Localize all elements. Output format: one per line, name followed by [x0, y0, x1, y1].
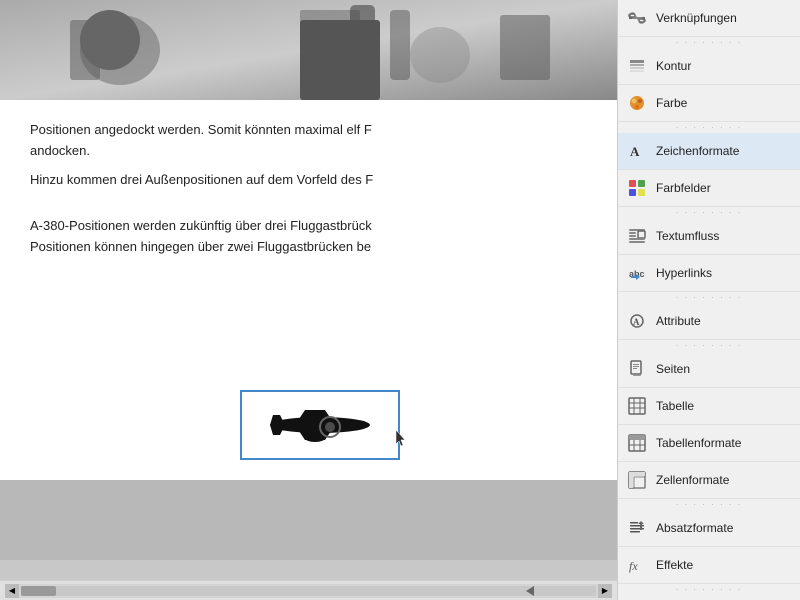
zellenformate-icon	[626, 469, 648, 491]
zeichenformate-icon: A	[626, 140, 648, 162]
farbfelder-icon	[626, 177, 648, 199]
divider-5: · · · · · · · ·	[618, 340, 800, 351]
sidebar-item-label-kontur: Kontur	[656, 59, 691, 73]
sidebar-item-label-tabellenformate: Tabellenformate	[656, 436, 741, 450]
sidebar-item-label-verknuepfungen: Verknüpfungen	[656, 11, 737, 25]
kontur-icon	[626, 55, 648, 77]
sidebar-item-label-farbe: Farbe	[656, 96, 687, 110]
sidebar-item-tabelle[interactable]: Tabelle	[618, 388, 800, 425]
sidebar-item-absatzformate[interactable]: Absatzformate	[618, 510, 800, 547]
sidebar-item-effekte[interactable]: fx Effekte	[618, 547, 800, 584]
tabelle-icon	[626, 395, 648, 417]
main-content: Positionen angedockt werden. Somit könnt…	[0, 0, 617, 600]
sidebar-panel: Verknüpfungen · · · · · · · · Kontur Far…	[617, 0, 800, 600]
sidebar-item-verlauf[interactable]: Verlauf	[618, 595, 800, 600]
bottom-scrollbar[interactable]: ◀ ▶	[0, 580, 617, 600]
sidebar-item-farbfelder[interactable]: Farbfelder	[618, 170, 800, 207]
attribute-icon: A	[626, 310, 648, 332]
sidebar-item-label-absatzformate: Absatzformate	[656, 521, 733, 535]
textumfluss-icon	[626, 225, 648, 247]
sidebar-item-zeichenformate[interactable]: A Zeichenformate	[618, 133, 800, 170]
sidebar-item-zellenformate[interactable]: Zellenformate	[618, 462, 800, 499]
divider-4: · · · · · · · ·	[618, 292, 800, 303]
sidebar-item-farbe[interactable]: Farbe	[618, 85, 800, 122]
svg-text:A: A	[630, 144, 640, 159]
sidebar-item-kontur[interactable]: Kontur	[618, 48, 800, 85]
tabellenformate-icon	[626, 432, 648, 454]
divider-7: · · · · · · · ·	[618, 584, 800, 595]
hyperlinks-icon: abc	[626, 262, 648, 284]
divider-3: · · · · · · · ·	[618, 207, 800, 218]
scroll-right-button[interactable]: ▶	[598, 584, 612, 598]
svg-text:A: A	[633, 317, 640, 327]
scroll-thumb-h[interactable]	[21, 586, 56, 596]
sidebar-item-label-hyperlinks: Hyperlinks	[656, 266, 712, 280]
scroll-left-button[interactable]: ◀	[5, 584, 19, 598]
svg-text:fx: fx	[629, 559, 638, 573]
sidebar-item-textumfluss[interactable]: Textumfluss	[618, 218, 800, 255]
sidebar-item-label-attribute: Attribute	[656, 314, 701, 328]
sidebar-item-label-zeichenformate: Zeichenformate	[656, 144, 739, 158]
page-white: Positionen angedockt werden. Somit könnt…	[0, 0, 617, 510]
text-para-3: A-380-Positionen werden zukünftig über d…	[30, 216, 587, 258]
divider-2: · · · · · · · ·	[618, 122, 800, 133]
page-image-top	[0, 0, 617, 100]
scroll-right-indicator	[526, 586, 536, 596]
seiten-icon	[626, 358, 648, 380]
effekte-icon: fx	[626, 554, 648, 576]
sidebar-item-label-tabelle: Tabelle	[656, 399, 694, 413]
sidebar-item-attribute[interactable]: A Attribute	[618, 303, 800, 340]
text-para-2: Hinzu kommen drei Außenpositionen auf de…	[30, 170, 587, 191]
page-text: Positionen angedockt werden. Somit könnt…	[0, 100, 617, 286]
absatzformate-icon	[626, 517, 648, 539]
sidebar-item-label-seiten: Seiten	[656, 362, 690, 376]
farbe-icon	[626, 92, 648, 114]
sidebar-item-label-effekte: Effekte	[656, 558, 693, 572]
below-page-area	[0, 480, 617, 560]
photo-strip	[0, 0, 617, 100]
divider-6: · · · · · · · ·	[618, 499, 800, 510]
link-icon	[626, 7, 648, 29]
cursor-pointer	[396, 430, 408, 448]
page-area: Positionen angedockt werden. Somit könnt…	[0, 0, 617, 580]
sidebar-item-label-zellenformate: Zellenformate	[656, 473, 729, 487]
sidebar-item-tabellenformate[interactable]: Tabellenformate	[618, 425, 800, 462]
plane-svg	[255, 400, 385, 450]
sidebar-item-seiten[interactable]: Seiten	[618, 351, 800, 388]
divider-1: · · · · · · · ·	[618, 37, 800, 48]
plane-image-box[interactable]	[240, 390, 400, 460]
sidebar-item-label-textumfluss: Textumfluss	[656, 229, 719, 243]
text-para-1: Positionen angedockt werden. Somit könnt…	[30, 120, 587, 162]
sidebar-item-label-farbfelder: Farbfelder	[656, 181, 711, 195]
sidebar-item-hyperlinks[interactable]: abc Hyperlinks	[618, 255, 800, 292]
sidebar-item-verknuepfungen[interactable]: Verknüpfungen	[618, 0, 800, 37]
